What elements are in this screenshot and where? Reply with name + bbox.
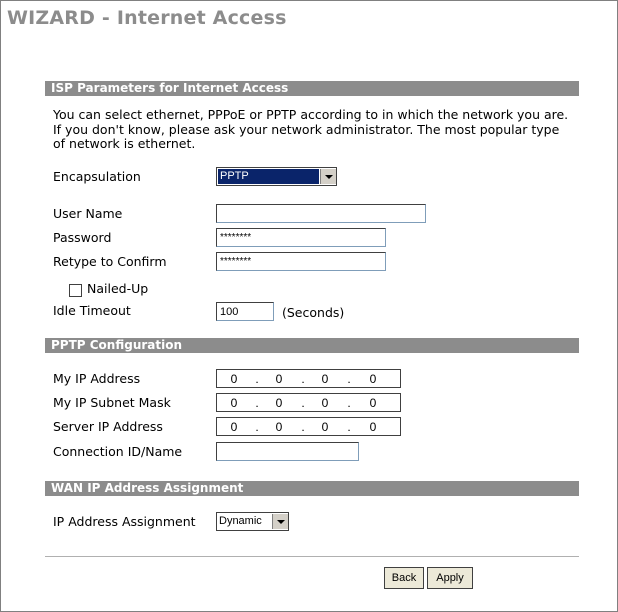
ip-octet: 0: [230, 396, 238, 410]
ip-dot: .: [255, 396, 259, 410]
ip-octet: 0: [369, 420, 377, 434]
ip-assignment-label: IP Address Assignment: [53, 514, 196, 529]
encapsulation-select[interactable]: PPTP: [216, 167, 337, 186]
username-input[interactable]: [216, 204, 426, 223]
wizard-window: WIZARD - Internet Access ISP Parameters …: [0, 0, 618, 612]
ip-octet: 0: [230, 372, 238, 386]
ip-octet: 0: [230, 420, 238, 434]
connection-id-input[interactable]: [216, 442, 359, 461]
nailed-up-checkbox[interactable]: [69, 284, 82, 297]
server-ip-label: Server IP Address: [53, 419, 163, 434]
ip-octet: 0: [369, 372, 377, 386]
ip-dot: .: [301, 420, 305, 434]
encapsulation-label: Encapsulation: [53, 169, 141, 184]
ip-octet: 0: [275, 372, 283, 386]
ip-octet: 0: [275, 396, 283, 410]
ip-octet: 0: [369, 396, 377, 410]
encapsulation-selected-value: PPTP: [218, 169, 319, 184]
isp-section-header: ISP Parameters for Internet Access: [45, 81, 579, 96]
connection-id-label: Connection ID/Name: [53, 444, 183, 459]
ip-dot: .: [347, 396, 351, 410]
retype-label: Retype to Confirm: [53, 254, 167, 269]
idle-timeout-input[interactable]: [216, 302, 274, 321]
ip-dot: .: [347, 372, 351, 386]
idle-timeout-unit: (Seconds): [282, 305, 345, 320]
divider: [45, 556, 579, 557]
apply-button[interactable]: Apply: [427, 567, 473, 589]
password-label: Password: [53, 230, 112, 245]
server-ip-input[interactable]: 0 . 0 . 0 . 0: [216, 417, 401, 436]
back-button[interactable]: Back: [384, 567, 424, 589]
ip-dot: .: [301, 372, 305, 386]
page-title: WIZARD - Internet Access: [7, 7, 287, 29]
ip-octet: 0: [321, 420, 329, 434]
chevron-down-icon: [272, 514, 288, 529]
nailed-up-label: Nailed-Up: [87, 281, 149, 296]
my-ip-input[interactable]: 0 . 0 . 0 . 0: [216, 369, 401, 388]
ip-dot: .: [347, 420, 351, 434]
subnet-mask-input[interactable]: 0 . 0 . 0 . 0: [216, 393, 401, 412]
wan-section-header: WAN IP Address Assignment: [45, 481, 579, 496]
idle-timeout-label: Idle Timeout: [53, 303, 131, 318]
my-ip-label: My IP Address: [53, 371, 141, 386]
ip-dot: .: [301, 396, 305, 410]
isp-description: You can select ethernet, PPPoE or PPTP a…: [53, 107, 569, 151]
subnet-mask-label: My IP Subnet Mask: [53, 395, 171, 410]
username-label: User Name: [53, 206, 123, 221]
retype-password-input[interactable]: [216, 252, 386, 271]
pptp-section-header: PPTP Configuration: [45, 338, 579, 353]
ip-assignment-selected-value: Dynamic: [219, 515, 262, 527]
ip-assignment-select[interactable]: Dynamic: [216, 512, 289, 531]
ip-octet: 0: [321, 372, 329, 386]
ip-octet: 0: [275, 420, 283, 434]
password-input[interactable]: [216, 228, 386, 247]
chevron-down-icon: [320, 169, 336, 184]
ip-dot: .: [255, 372, 259, 386]
ip-dot: .: [255, 420, 259, 434]
ip-octet: 0: [321, 396, 329, 410]
